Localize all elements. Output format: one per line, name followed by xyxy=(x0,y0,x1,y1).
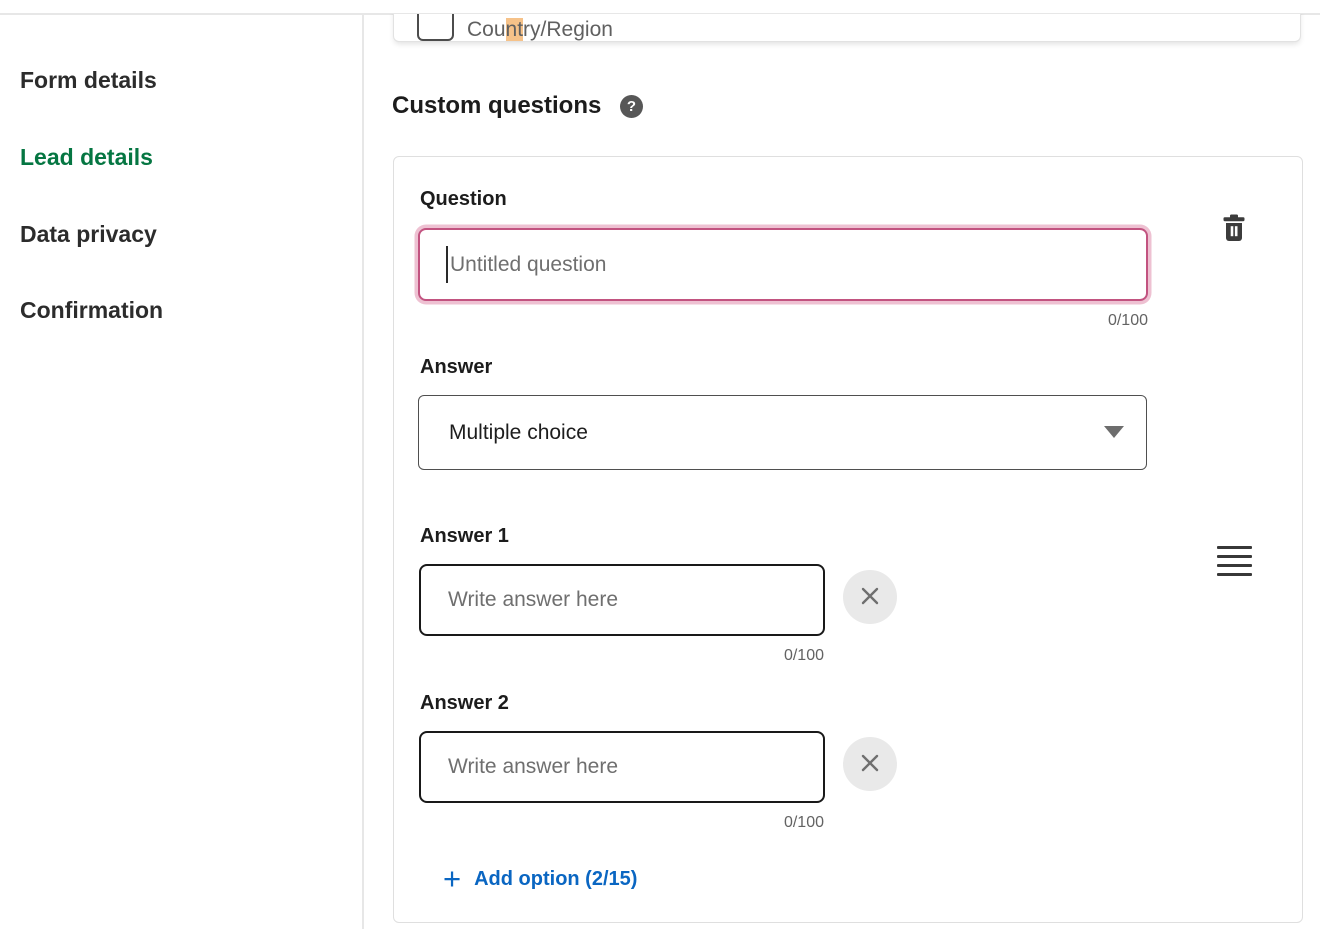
answer1-input[interactable] xyxy=(419,564,825,636)
answer2-input[interactable] xyxy=(419,731,825,803)
question-input[interactable] xyxy=(418,228,1148,301)
delete-question-button[interactable] xyxy=(1216,210,1252,248)
sidebar-divider xyxy=(362,13,364,929)
close-icon xyxy=(858,584,882,611)
close-icon xyxy=(858,751,882,778)
help-icon[interactable]: ? xyxy=(620,95,643,118)
drag-bar xyxy=(1217,555,1252,558)
text-cursor xyxy=(446,246,448,283)
drag-bar xyxy=(1217,573,1252,576)
country-region-checkbox[interactable] xyxy=(417,14,454,41)
scrolled-field-row-clip: Country/Region xyxy=(363,14,1320,50)
answer2-label: Answer 2 xyxy=(420,692,509,715)
remove-answer2-button[interactable] xyxy=(843,737,897,791)
remove-answer1-button[interactable] xyxy=(843,570,897,624)
section-title: Custom questions xyxy=(392,92,601,120)
sidebar-item-lead-details[interactable]: Lead details xyxy=(20,144,153,170)
search-match-highlight: nt xyxy=(506,18,524,41)
add-option-button[interactable]: + Add option (2/15) xyxy=(443,864,637,894)
question-char-counter: 0/100 xyxy=(998,312,1148,330)
answer-type-label: Answer xyxy=(420,356,492,379)
trash-icon xyxy=(1222,214,1246,245)
chevron-down-icon xyxy=(1104,426,1124,438)
drag-bar xyxy=(1217,564,1252,567)
answer-type-selected-value: Multiple choice xyxy=(449,396,588,469)
answer1-label: Answer 1 xyxy=(420,525,509,548)
add-option-label: Add option (2/15) xyxy=(474,864,637,894)
sidebar-item-form-details[interactable]: Form details xyxy=(20,67,157,93)
drag-bar xyxy=(1217,546,1252,549)
answer1-char-counter: 0/100 xyxy=(674,647,824,665)
sidebar-item-data-privacy[interactable]: Data privacy xyxy=(20,221,157,247)
question-label: Question xyxy=(420,188,507,211)
drag-handle-icon[interactable] xyxy=(1217,546,1252,576)
plus-icon: + xyxy=(443,864,461,894)
answer-type-dropdown[interactable]: Multiple choice xyxy=(418,395,1147,470)
answer2-char-counter: 0/100 xyxy=(674,814,824,832)
sidebar-item-confirmation[interactable]: Confirmation xyxy=(20,297,163,323)
country-region-label: Country/Region xyxy=(467,17,613,43)
